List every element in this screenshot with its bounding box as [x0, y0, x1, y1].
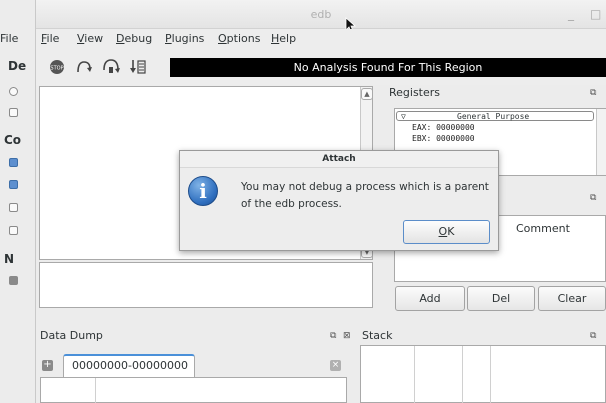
expand-arrow-icon[interactable]: ▽	[401, 112, 406, 121]
registers-title: Registers	[389, 86, 441, 99]
svg-text:STOP: STOP	[50, 66, 63, 72]
column-divider	[95, 378, 96, 403]
info-icon: i	[188, 176, 218, 206]
stack-view[interactable]	[360, 345, 606, 403]
ok-button[interactable]: OK	[403, 220, 490, 244]
data-dump-view[interactable]	[40, 377, 347, 403]
dock-float-icon[interactable]: ⧉	[590, 331, 596, 341]
radio-icon[interactable]	[9, 87, 18, 96]
data-dump-title: Data Dump	[40, 329, 103, 342]
column-divider	[490, 346, 491, 403]
stack-title: Stack	[362, 329, 393, 342]
analysis-bar: No Analysis Found For This Region	[170, 58, 606, 77]
window-title: edb	[310, 8, 332, 21]
clear-button[interactable]: Clear	[538, 286, 606, 311]
close-tab-icon[interactable]: ×	[330, 360, 341, 371]
registers-scrollbar[interactable]	[596, 109, 606, 175]
dock-float-icon[interactable]: ⧉	[590, 88, 596, 98]
scroll-up-icon[interactable]: ▲	[361, 88, 373, 100]
dialog-message: You may not debug a process which is a p…	[241, 181, 489, 210]
dock-float-icon[interactable]: ⧉	[590, 193, 596, 203]
maximize-button[interactable]: □	[590, 7, 601, 21]
add-tab-icon[interactable]: +	[42, 360, 53, 371]
menu-view[interactable]: View	[77, 32, 103, 45]
network-icon	[9, 276, 18, 285]
status-view[interactable]	[39, 262, 373, 308]
column-divider	[462, 346, 463, 403]
del-button[interactable]: Del	[467, 286, 535, 311]
background-label-2: Co	[4, 133, 22, 147]
attach-dialog: Attach i You may not debug a process whi…	[179, 150, 499, 251]
dialog-title: Attach	[180, 151, 498, 168]
background-menu-file[interactable]: File	[0, 32, 18, 45]
step-into-icon[interactable]	[73, 56, 95, 78]
checkbox-icon[interactable]	[9, 108, 18, 117]
register-eax[interactable]: EAX: 00000000	[412, 123, 475, 132]
file-icon	[9, 203, 18, 212]
minimize-button[interactable]: _	[568, 7, 574, 21]
menu-options[interactable]: Options	[218, 32, 260, 45]
document-icon	[9, 180, 18, 189]
menu-plugins[interactable]: Plugins	[165, 32, 204, 45]
background-label-3: N	[4, 252, 15, 266]
column-divider	[414, 346, 415, 403]
menu-file[interactable]: File	[41, 32, 59, 45]
add-button[interactable]: Add	[395, 286, 465, 311]
dock-close-icon[interactable]: ⊠	[343, 331, 351, 341]
folder-icon	[9, 158, 18, 167]
trash-icon	[9, 226, 18, 235]
register-ebx[interactable]: EBX: 00000000	[412, 134, 475, 143]
menu-help[interactable]: Help	[271, 32, 296, 45]
register-group-header[interactable]: ▽ General Purpose	[396, 111, 594, 121]
menu-debug[interactable]: Debug	[116, 32, 152, 45]
dock-float-icon[interactable]: ⧉	[330, 331, 336, 341]
step-over-icon[interactable]	[100, 56, 122, 78]
tab-data-dump[interactable]: 00000000-00000000	[63, 354, 195, 377]
comment-header[interactable]: Comment	[516, 222, 570, 235]
titlebar: edb _ □ ×	[36, 0, 606, 29]
stop-icon[interactable]: STOP	[46, 56, 68, 78]
step-out-icon[interactable]	[127, 56, 149, 78]
background-label-1: De	[8, 59, 27, 73]
